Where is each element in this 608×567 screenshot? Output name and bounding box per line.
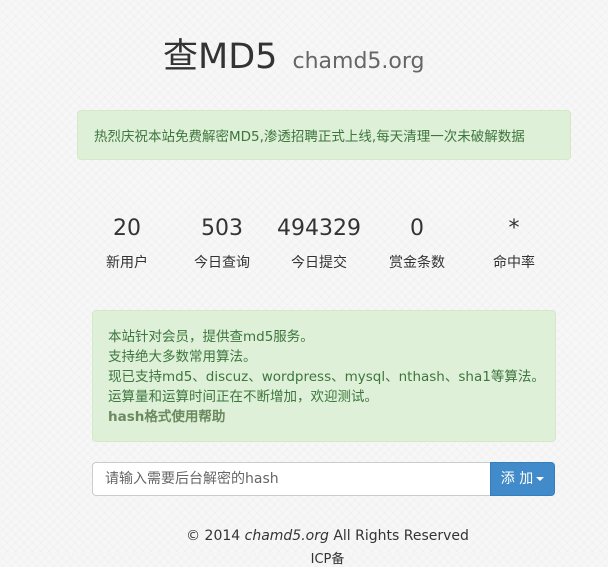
icp-text: ICP备 [310,552,345,567]
announcement-text: 热烈庆祝本站免费解密MD5,渗透招聘正式上线,每天清理一次未破解数据 [94,129,525,145]
info-line: 本站针对会员，提供查md5服务。 [108,329,314,345]
stat-value: 0 [410,216,424,241]
stat-value: * [508,216,520,241]
add-button[interactable]: 添 加 [490,462,555,496]
stat-value: 494329 [277,216,361,241]
copyright-prefix: © 2014 [186,528,245,544]
caret-down-icon [536,477,545,481]
info-line: 现已支持md5、discuz、wordpress、mysql、nthash、sh… [108,369,545,385]
announcement-alert: 热烈庆祝本站免费解密MD5,渗透招聘正式上线,每天清理一次未破解数据 [77,110,571,160]
stat-hit-rate: * 命中率 [464,212,564,272]
stat-bounty-count: 0 赏金条数 [367,212,467,272]
stat-label: 今日提交 [291,255,347,271]
stat-value: 20 [113,216,141,241]
stat-label: 新用户 [106,255,148,271]
footer-icp: ICP备 [0,548,608,567]
info-line: 支持绝大多数常用算法。 [108,349,257,365]
info-line: 运算量和运算时间正在不断增加，欢迎测试。 [108,389,378,405]
stat-label: 今日查询 [194,255,250,271]
footer-copyright: © 2014 chamd5.org All Rights Reserved [0,528,608,544]
site-domain: chamd5.org [292,49,425,74]
stat-label: 命中率 [493,255,535,271]
add-button-label: 添 加 [500,471,534,487]
hash-format-help-link[interactable]: hash格式使用帮助 [108,407,555,427]
stat-today-submissions: 494329 今日提交 [269,212,369,272]
site-header: 查MD5 chamd5.org [163,28,425,79]
footer-site: chamd5.org [244,528,329,544]
stat-new-users: 20 新用户 [77,212,177,272]
stat-label: 赏金条数 [389,255,445,271]
service-info-alert: 本站针对会员，提供查md5服务。 支持绝大多数常用算法。 现已支持md5、dis… [92,310,556,442]
site-brand[interactable]: 查MD5 [163,37,277,77]
hash-submit-group: 添 加 [92,462,555,496]
stat-today-queries: 503 今日查询 [172,212,272,272]
hash-input[interactable] [92,462,490,496]
stat-value: 503 [201,216,243,241]
copyright-suffix: All Rights Reserved [328,528,469,544]
stats-panel: 20 新用户 503 今日查询 494329 今日提交 0 赏金条数 * 命中率 [77,212,577,276]
